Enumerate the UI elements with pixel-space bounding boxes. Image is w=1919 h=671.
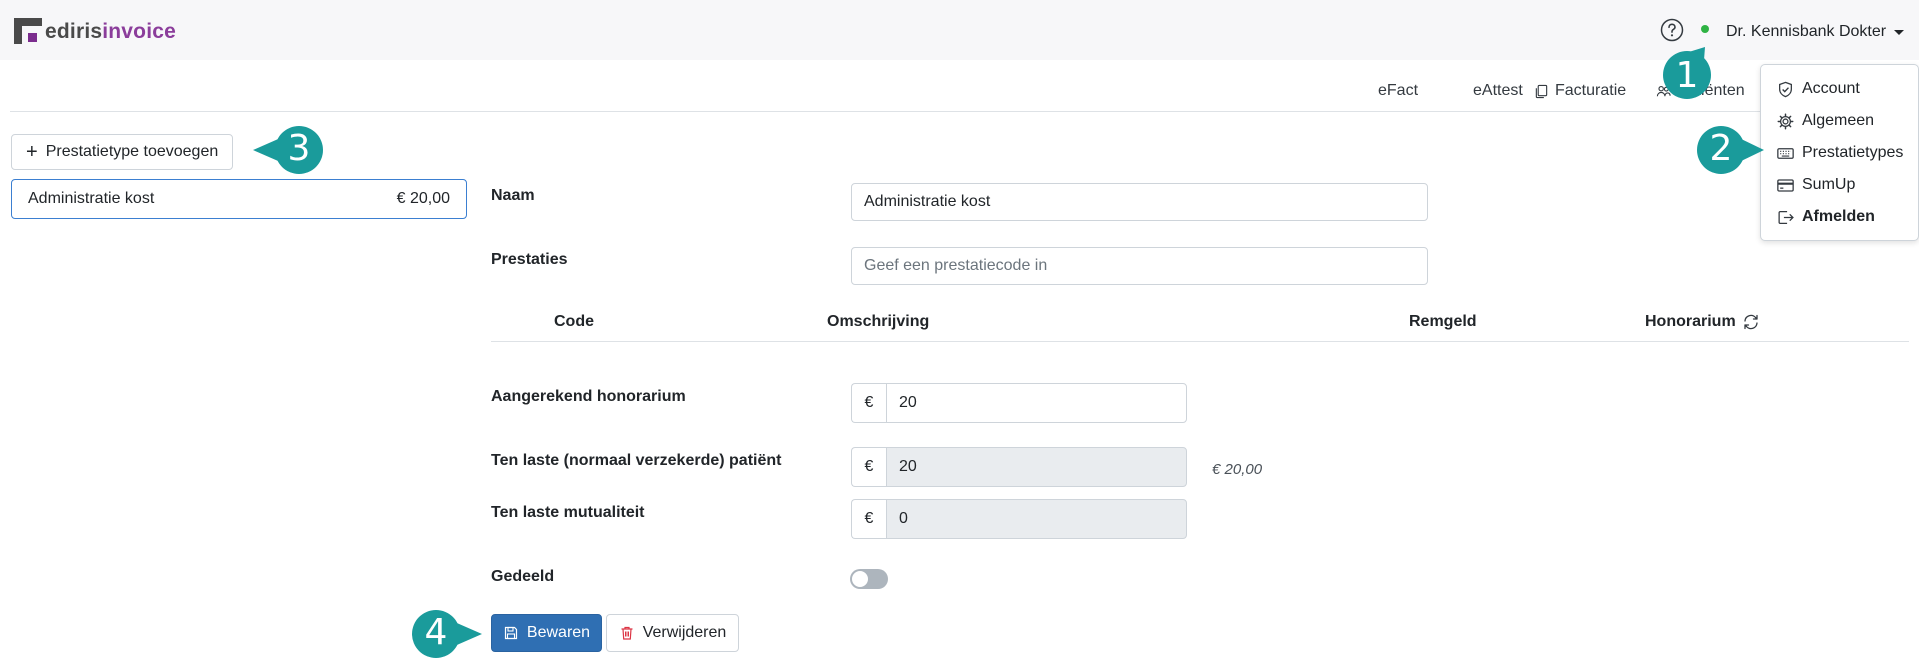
plus-icon: +: [26, 141, 38, 163]
aangerekend-honorarium-label: Aangerekend honorarium: [491, 388, 686, 405]
list-item-price: € 20,00: [396, 190, 450, 207]
naam-label: Naam: [491, 187, 535, 204]
patient-group: €: [851, 447, 1187, 487]
secondary-nav: eFact eAttest Facturatie Patiënten: [10, 76, 1909, 112]
callout-1: 1: [1659, 45, 1715, 103]
logout-icon: [1778, 210, 1794, 224]
nav-facturatie[interactable]: Facturatie: [1534, 82, 1626, 100]
logo[interactable]: edirisinvoice: [14, 16, 176, 44]
top-navbar: edirisinvoice Dr. Kennisbank Dokter: [0, 0, 1919, 60]
save-icon: [504, 626, 518, 640]
callout-4: 4: [410, 608, 484, 660]
gear-icon: [1777, 113, 1794, 129]
copy-icon: [1535, 84, 1548, 98]
refresh-icon[interactable]: [1742, 313, 1760, 331]
logo-text: edirisinvoice: [45, 20, 176, 43]
menu-item-prestatietypes[interactable]: Prestatietypes: [1761, 137, 1918, 169]
prestaties-table-header: Code Omschrijving Remgeld Honorarium: [491, 304, 1909, 342]
aangerekend-honorarium-group: €: [851, 383, 1187, 423]
trash-icon: [621, 626, 633, 640]
mutualiteit-input: [886, 499, 1187, 539]
patient-amount-hint: € 20,00: [1212, 461, 1263, 478]
menu-item-account[interactable]: Account: [1761, 73, 1918, 105]
nav-eattest[interactable]: eAttest: [1473, 82, 1523, 100]
euro-prefix: €: [851, 383, 886, 423]
delete-button[interactable]: Verwijderen: [606, 614, 739, 652]
list-item[interactable]: Administratie kost € 20,00: [11, 179, 467, 219]
mutualiteit-group: €: [851, 499, 1187, 539]
credit-card-icon: [1777, 178, 1794, 192]
menu-item-afmelden[interactable]: Afmelden: [1761, 201, 1918, 233]
euro-prefix: €: [851, 499, 886, 539]
list-item-name: Administratie kost: [28, 190, 155, 207]
caret-down-icon: [1894, 29, 1905, 35]
callout-3: 3: [251, 124, 325, 176]
gedeeld-label: Gedeeld: [491, 568, 555, 585]
shield-check-icon: [1779, 81, 1792, 97]
column-code: Code: [554, 313, 594, 330]
user-menu-toggle[interactable]: Dr. Kennisbank Dokter: [1726, 20, 1905, 44]
toggle-knob: [851, 570, 869, 588]
euro-prefix: €: [851, 447, 886, 487]
naam-input[interactable]: [851, 183, 1428, 221]
help-icon[interactable]: [1660, 18, 1684, 42]
patient-input: [886, 447, 1187, 487]
prestaties-input[interactable]: [851, 247, 1428, 285]
save-button[interactable]: Bewaren: [491, 614, 602, 652]
menu-item-sumup[interactable]: SumUp: [1761, 169, 1918, 201]
add-prestatietype-button[interactable]: + Prestatietype toevoegen: [11, 134, 233, 170]
keyboard-icon: [1777, 147, 1794, 159]
aangerekend-honorarium-input[interactable]: [886, 383, 1187, 423]
prestaties-label: Prestaties: [491, 251, 568, 268]
column-honorarium: Honorarium: [1645, 313, 1760, 331]
logo-mark-icon: [14, 18, 42, 44]
user-name: Dr. Kennisbank Dokter: [1726, 23, 1887, 40]
callout-2: 2: [1695, 124, 1765, 176]
nav-efact[interactable]: eFact: [1378, 82, 1418, 100]
mutualiteit-label: Ten laste mutualiteit: [491, 504, 645, 521]
column-omschrijving: Omschrijving: [827, 313, 930, 330]
menu-item-algemeen[interactable]: Algemeen: [1761, 105, 1918, 137]
column-remgeld: Remgeld: [1409, 313, 1477, 330]
gedeeld-toggle[interactable]: [850, 569, 888, 589]
user-dropdown-menu: Account Algemeen Prestatietypes SumUp Af…: [1760, 64, 1919, 241]
online-status-dot: [1701, 25, 1709, 33]
patient-label: Ten laste (normaal verzekerde) patiënt: [491, 452, 782, 469]
